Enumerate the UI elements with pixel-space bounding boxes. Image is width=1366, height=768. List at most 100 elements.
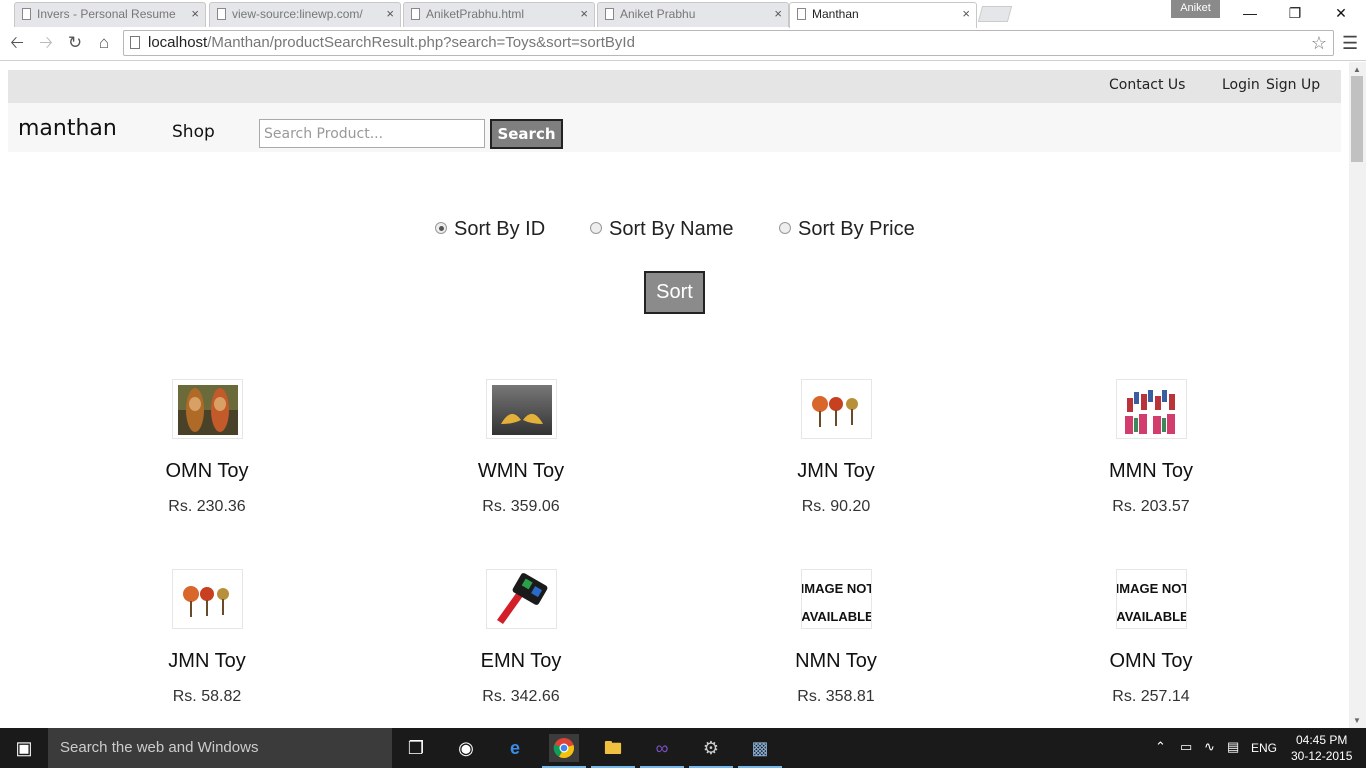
product-name[interactable]: OMN Toy bbox=[1051, 650, 1251, 673]
show-hidden-icons-icon[interactable]: ⌃ bbox=[1155, 739, 1166, 755]
forward-arrow-icon[interactable]: 🡢 bbox=[36, 33, 56, 53]
wifi-icon[interactable]: ∿ bbox=[1204, 739, 1215, 755]
home-icon[interactable]: ⌂ bbox=[94, 33, 114, 53]
page-icon bbox=[411, 8, 420, 20]
product-name[interactable]: EMN Toy bbox=[421, 650, 621, 673]
settings-gear-icon[interactable]: ⚙ bbox=[689, 734, 733, 768]
browser-tab[interactable]: view-source:linewp.com/ × bbox=[209, 2, 401, 27]
radio-icon[interactable] bbox=[779, 222, 791, 235]
product-name[interactable]: JMN Toy bbox=[736, 460, 936, 483]
scroll-up-icon[interactable]: ▲ bbox=[1353, 65, 1361, 74]
close-tab-icon[interactable]: × bbox=[774, 3, 782, 25]
product-image[interactable] bbox=[485, 379, 557, 439]
browser-tab[interactable]: Invers - Personal Resume × bbox=[14, 2, 206, 27]
site-top-bar: Contact Us Login Sign Up bbox=[8, 70, 1341, 103]
product-image[interactable] bbox=[171, 569, 243, 629]
input-language[interactable]: ENG bbox=[1251, 741, 1277, 755]
notifications-icon[interactable]: ▤ bbox=[1227, 739, 1239, 755]
tab-title: Invers - Personal Resume bbox=[37, 7, 176, 21]
birds-photo bbox=[491, 385, 552, 435]
radio-selected-icon[interactable] bbox=[435, 222, 447, 235]
edge-browser-icon[interactable]: e bbox=[500, 734, 530, 762]
taskbar-clock[interactable]: 04:45 PM 30-12-2015 bbox=[1291, 732, 1352, 764]
close-tab-icon[interactable]: × bbox=[962, 3, 970, 25]
browser-tab[interactable]: AniketPrabhu.html × bbox=[403, 2, 595, 27]
product-card[interactable]: EMN Toy Rs. 342.66 bbox=[421, 569, 621, 706]
product-name[interactable]: JMN Toy bbox=[107, 650, 307, 673]
bookmark-star-icon[interactable]: ☆ bbox=[1311, 31, 1327, 55]
taskbar-search-box[interactable]: Search the web and Windows bbox=[48, 728, 392, 768]
product-card[interactable]: IMAGE NOT AVAILABLE NMN Toy Rs. 358.81 bbox=[736, 569, 936, 706]
radio-label: Sort By Name bbox=[609, 218, 734, 240]
browser-tab-active[interactable]: Manthan × bbox=[789, 2, 977, 28]
shop-link[interactable]: Shop bbox=[172, 122, 215, 142]
product-name[interactable]: WMN Toy bbox=[421, 460, 621, 483]
windows-taskbar: ▣ Search the web and Windows ❐ ◉ e 🖿 ∞ ⚙… bbox=[0, 728, 1366, 768]
close-window-icon[interactable]: ✕ bbox=[1326, 3, 1356, 23]
placeholder-text-line: IMAGE NOT bbox=[802, 581, 872, 596]
search-input[interactable] bbox=[259, 119, 485, 148]
battery-icon[interactable]: ▭ bbox=[1180, 739, 1192, 755]
toy-tool-photo bbox=[496, 573, 547, 624]
radio-icon[interactable] bbox=[590, 222, 602, 235]
menu-icon[interactable]: ☰ bbox=[1342, 33, 1358, 54]
file-explorer-icon[interactable]: 🖿 bbox=[591, 734, 635, 768]
visual-studio-icon[interactable]: ∞ bbox=[640, 734, 684, 768]
product-price: Rs. 358.81 bbox=[797, 688, 875, 705]
product-image[interactable] bbox=[485, 569, 557, 629]
product-price: Rs. 342.66 bbox=[482, 688, 560, 705]
task-view-icon[interactable]: ❐ bbox=[401, 734, 431, 762]
product-price: Rs. 58.82 bbox=[172, 688, 242, 705]
chrome-browser-icon[interactable] bbox=[542, 734, 586, 768]
product-image[interactable] bbox=[171, 379, 243, 439]
product-image[interactable] bbox=[800, 379, 872, 439]
profile-badge[interactable]: Aniket bbox=[1171, 0, 1220, 18]
scroll-thumb[interactable] bbox=[1351, 76, 1363, 162]
app-window-icon[interactable]: ▩ bbox=[738, 734, 782, 768]
address-bar[interactable]: localhost/Manthan/productSearchResult.ph… bbox=[123, 30, 1334, 56]
search-button[interactable]: Search bbox=[490, 119, 563, 149]
sort-by-price-radio[interactable]: Sort By Price bbox=[779, 217, 915, 241]
browser-tab[interactable]: Aniket Prabhu × bbox=[597, 2, 789, 27]
sort-by-id-radio[interactable]: Sort By ID bbox=[435, 217, 545, 241]
close-tab-icon[interactable]: × bbox=[386, 3, 394, 25]
back-arrow-icon[interactable]: 🡠 bbox=[7, 33, 27, 53]
contact-us-link[interactable]: Contact Us bbox=[1109, 77, 1185, 93]
product-price: Rs. 257.14 bbox=[1112, 688, 1190, 705]
restore-icon[interactable]: ❐ bbox=[1280, 3, 1310, 23]
sort-button[interactable]: Sort bbox=[644, 271, 705, 314]
product-name[interactable]: OMN Toy bbox=[107, 460, 307, 483]
product-image[interactable] bbox=[1115, 379, 1187, 439]
image-not-available-placeholder: IMAGE NOT AVAILABLE bbox=[1117, 581, 1186, 624]
windows-start-icon[interactable]: ▣ bbox=[0, 728, 48, 768]
product-card[interactable]: OMN Toy Rs. 230.36 bbox=[107, 379, 307, 516]
sign-up-link[interactable]: Sign Up bbox=[1266, 77, 1320, 93]
product-image[interactable]: IMAGE NOT AVAILABLE bbox=[1115, 569, 1187, 629]
sort-by-name-radio[interactable]: Sort By Name bbox=[590, 217, 733, 241]
brand-logo[interactable]: manthan bbox=[18, 116, 117, 141]
scroll-down-icon[interactable]: ▼ bbox=[1353, 716, 1361, 725]
product-card[interactable]: WMN Toy Rs. 359.06 bbox=[421, 379, 621, 516]
browser-tab-strip: Invers - Personal Resume × view-source:li… bbox=[0, 0, 1366, 28]
radio-label: Sort By Price bbox=[798, 218, 915, 240]
tab-title: Manthan bbox=[812, 7, 859, 21]
product-card[interactable]: JMN Toy Rs. 90.20 bbox=[736, 379, 936, 516]
rattles-photo bbox=[811, 396, 858, 427]
close-tab-icon[interactable]: × bbox=[191, 3, 199, 25]
page-icon bbox=[217, 8, 226, 20]
page-icon bbox=[22, 8, 31, 20]
product-card[interactable]: MMN Toy Rs. 203.57 bbox=[1051, 379, 1251, 516]
close-tab-icon[interactable]: × bbox=[580, 3, 588, 25]
product-name[interactable]: MMN Toy bbox=[1051, 460, 1251, 483]
product-image[interactable]: IMAGE NOT AVAILABLE bbox=[800, 569, 872, 629]
new-tab-button[interactable] bbox=[977, 6, 1013, 22]
product-price: Rs. 359.06 bbox=[482, 498, 560, 515]
product-name[interactable]: NMN Toy bbox=[736, 650, 936, 673]
product-card[interactable]: IMAGE NOT AVAILABLE OMN Toy Rs. 257.14 bbox=[1051, 569, 1251, 706]
login-link[interactable]: Login bbox=[1222, 77, 1260, 93]
webcam-app-icon[interactable]: ◉ bbox=[451, 734, 481, 762]
minimize-icon[interactable]: — bbox=[1235, 3, 1265, 23]
reload-icon[interactable]: ↻ bbox=[65, 33, 85, 53]
page-scrollbar[interactable]: ▲ ▼ bbox=[1349, 62, 1366, 728]
product-card[interactable]: JMN Toy Rs. 58.82 bbox=[107, 569, 307, 706]
